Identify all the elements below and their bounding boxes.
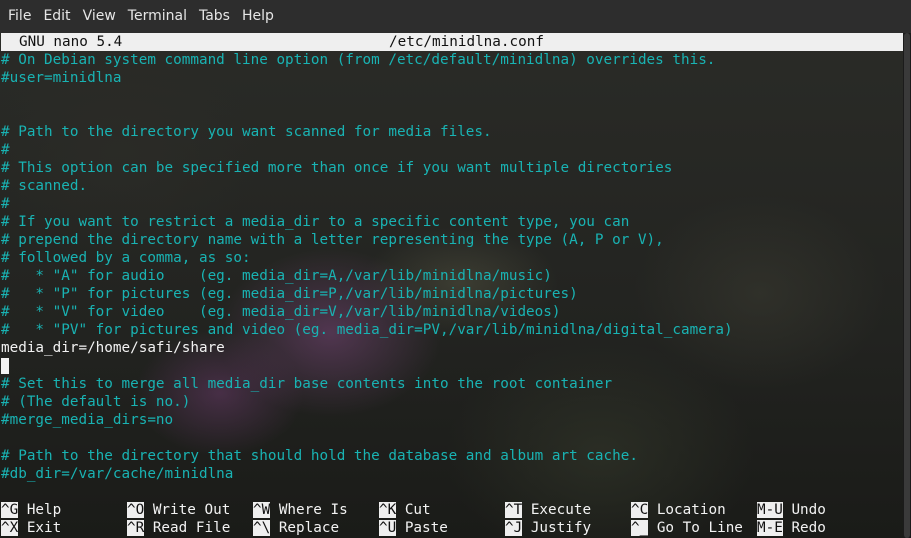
terminal-area[interactable]: GNU nano 5.4 /etc/minidlna.conf # On Deb… [0,33,903,538]
editor-line[interactable]: # Set this to merge all media_dir base c… [1,375,612,393]
shortcut-label: Read File [152,520,231,536]
menu-bar: File Edit View Terminal Tabs Help [0,0,911,33]
editor-line[interactable]: #db_dir=/var/cache/minidlna [1,465,233,483]
shortcut-label: Execute [530,502,592,518]
shortcut-key: ^C [631,502,649,518]
shortcut-spacer [396,502,405,518]
editor-line[interactable]: # [1,195,10,213]
shortcut-item[interactable]: ^X Exit [1,519,61,537]
shortcut-label: Paste [404,520,448,536]
shortcut-item[interactable]: ^G Help [1,501,61,519]
editor-line[interactable]: # (The default is no.) [1,393,190,411]
menu-file[interactable]: File [2,0,37,33]
shortcut-label: Write Out [152,502,231,518]
file-name: /etc/minidlna.conf [389,34,544,50]
shortcut-key: M-U [757,502,783,518]
editor-line[interactable]: # * "V" for video (eg. media_dir=V,/var/… [1,303,560,321]
shortcut-item[interactable]: ^J Justify [505,519,591,537]
editor-line[interactable]: # * "PV" for pictures and video (eg. med… [1,321,733,339]
editor-line[interactable]: # prepend the directory name with a lett… [1,231,664,249]
shortcut-label: Redo [791,520,826,536]
shortcut-key: ^K [379,502,397,518]
shortcut-key: ^R [127,520,145,536]
menu-tabs[interactable]: Tabs [193,0,236,33]
editor-line[interactable]: # Path to the directory you want scanned… [1,123,492,141]
editor-line[interactable]: # followed by a comma, as so: [1,249,251,267]
shortcut-item[interactable]: ^C Location [631,501,726,519]
nano-version: GNU nano 5.4 [19,34,123,50]
shortcut-key: ^W [253,502,271,518]
shortcut-key: ^J [505,520,523,536]
editor-line[interactable]: # If you want to restrict a media_dir to… [1,213,629,231]
editor-line[interactable]: #merge_media_dirs=no [1,411,173,429]
shortcut-key: ^X [1,520,19,536]
shortcut-item[interactable]: ^O Write Out [127,501,230,519]
scrollbar[interactable] [903,33,911,538]
editor-line[interactable]: # * "P" for pictures (eg. media_dir=P,/v… [1,285,578,303]
editor-line[interactable]: # This option can be specified more than… [1,159,672,177]
shortcut-spacer [18,520,27,536]
shortcut-label: Go To Line [656,520,743,536]
shortcut-spacer [396,520,405,536]
shortcut-spacer [270,502,279,518]
nano-title-bar: GNU nano 5.4 /etc/minidlna.conf [1,33,903,51]
shortcut-label: Cut [404,502,431,518]
shortcut-label: Undo [791,502,826,518]
shortcut-spacer [270,520,279,536]
shortcut-spacer [648,520,657,536]
shortcut-item[interactable]: ^U Paste [379,519,448,537]
editor-line[interactable]: # scanned. [1,177,87,195]
shortcut-label: Where Is [278,502,348,518]
shortcut-spacer [648,502,657,518]
shortcut-label: Justify [530,520,592,536]
editor-line[interactable]: # * "A" for audio (eg. media_dir=A,/var/… [1,267,552,285]
shortcut-spacer [144,502,153,518]
shortcut-key: ^U [379,520,397,536]
menu-view[interactable]: View [77,0,122,33]
shortcut-spacer [522,520,531,536]
shortcut-key: ^\ [253,520,271,536]
shortcut-label: Exit [26,520,62,536]
shortcut-item[interactable]: ^_ Go To Line [631,519,743,537]
editor-line[interactable]: #user=minidlna [1,69,122,87]
shortcut-item[interactable]: ^K Cut [379,501,431,519]
shortcut-key: M-E [757,520,783,536]
shortcut-label: Replace [278,520,340,536]
shortcut-item[interactable]: ^R Read File [127,519,230,537]
shortcut-label: Help [26,502,62,518]
shortcut-label: Location [656,502,726,518]
text-cursor [1,358,9,374]
menu-edit[interactable]: Edit [37,0,76,33]
editor-line[interactable]: # Path to the directory that should hold… [1,447,638,465]
shortcut-key: ^G [1,502,19,518]
editor-line[interactable]: # [1,141,10,159]
shortcut-key: ^T [505,502,523,518]
shortcut-item[interactable]: ^T Execute [505,501,591,519]
shortcut-spacer [144,520,153,536]
shortcut-spacer [18,502,27,518]
scrollbar-thumb[interactable] [904,33,910,538]
shortcut-item[interactable]: ^\ Replace [253,519,339,537]
shortcut-item[interactable]: M-U Undo [757,501,826,519]
editor-line[interactable]: # On Debian system command line option (… [1,51,715,69]
shortcut-item[interactable]: ^W Where Is [253,501,348,519]
shortcut-key: ^_ [631,520,649,536]
shortcut-key: ^O [127,502,145,518]
menu-terminal[interactable]: Terminal [122,0,193,33]
shortcut-item[interactable]: M-E Redo [757,519,826,537]
menu-help[interactable]: Help [236,0,280,33]
editor-line[interactable]: media_dir=/home/safi/share [1,339,225,357]
shortcut-spacer [522,502,531,518]
